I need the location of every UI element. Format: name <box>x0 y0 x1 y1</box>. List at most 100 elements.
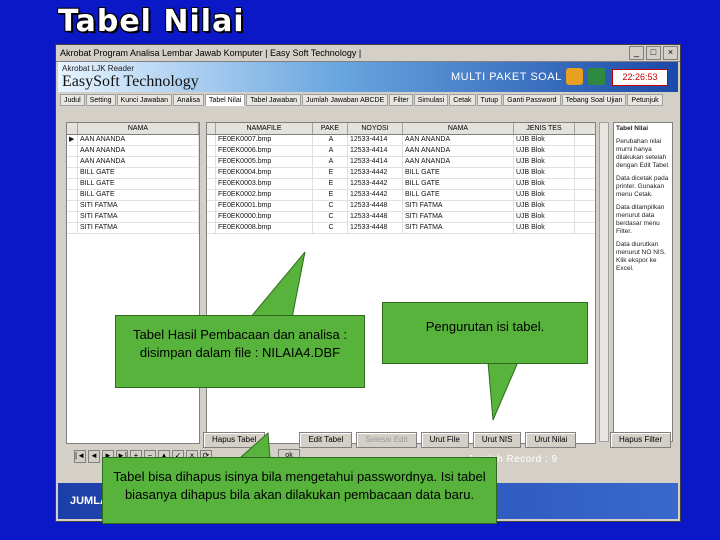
name-cell[interactable]: AAN ANANDA <box>78 146 199 156</box>
name-cell[interactable]: AAN ANANDA <box>78 135 199 145</box>
namafile-cell[interactable]: FE0EK0000.bmp <box>216 212 313 222</box>
nilai-grid-row[interactable]: FE0EK0007.bmp A 12533-4414 AAN ANANDA UJB Bl… <box>207 135 595 146</box>
tab-filter[interactable]: Filter <box>389 94 413 106</box>
nomor-cell[interactable]: 12533-4442 <box>348 168 403 178</box>
excel-icon[interactable] <box>588 68 605 85</box>
namafile-cell[interactable]: FE0EK0007.bmp <box>216 135 313 145</box>
tab-kunci-jawaban[interactable]: Kunci Jawaban <box>116 94 173 106</box>
name-grid-row[interactable]: ▶ AAN ANANDA <box>67 135 199 146</box>
name-grid-row[interactable]: SITI FATMA <box>67 212 199 223</box>
name-cell[interactable]: BILL GATE <box>78 190 199 200</box>
namafile-cell[interactable]: FE0EK0008.bmp <box>216 223 313 233</box>
name-cell[interactable]: BILL GATE <box>78 179 199 189</box>
selesai-edit-button[interactable]: Selesai Edit <box>356 432 417 448</box>
vertical-scrollbar[interactable] <box>599 122 609 442</box>
name-grid-row[interactable]: SITI FATMA <box>67 201 199 212</box>
paket-cell[interactable]: C <box>313 201 348 211</box>
urut-nilai-button[interactable]: Urut Nilai <box>525 432 577 448</box>
minimize-button[interactable]: _ <box>629 46 644 60</box>
name-grid[interactable]: NAMA ▶ AAN ANANDA AAN ANANDA AAN ANANDA BILL… <box>66 122 200 444</box>
nilai-grid[interactable]: NAMAFILE PAKE NOYOSI NAMA JENIS TES FE0E… <box>206 122 596 444</box>
nilai-grid-row[interactable]: FE0EK0006.bmp A 12533-4414 AAN ANANDA UJB Bl… <box>207 146 595 157</box>
paket-cell[interactable]: A <box>313 157 348 167</box>
nilai-grid-row[interactable]: FE0EK0002.bmp E 12533-4442 BILL GATE UJB Blo… <box>207 190 595 201</box>
column-header[interactable]: NAMA <box>403 123 514 134</box>
jenis-tes-cell[interactable]: UJB Blok <box>514 157 575 167</box>
name-grid-row[interactable]: BILL GATE <box>67 190 199 201</box>
nomor-cell[interactable]: 12533-4448 <box>348 223 403 233</box>
jenis-tes-cell[interactable]: UJB Blok <box>514 168 575 178</box>
paket-cell[interactable]: C <box>313 212 348 222</box>
paket-cell[interactable]: E <box>313 168 348 178</box>
namafile-cell[interactable]: FE0EK0004.bmp <box>216 168 313 178</box>
paket-cell[interactable]: C <box>313 223 348 233</box>
tab-cetak[interactable]: Cetak <box>449 94 476 106</box>
name-grid-row[interactable]: BILL GATE <box>67 168 199 179</box>
prev-record-button[interactable]: ◄ <box>88 450 100 463</box>
name-cell[interactable]: AAN ANANDA <box>78 157 199 167</box>
close-button[interactable]: × <box>663 46 678 60</box>
nomor-cell[interactable]: 12533-4414 <box>348 157 403 167</box>
tab-tutup[interactable]: Tutup <box>476 94 503 106</box>
paket-cell[interactable]: E <box>313 179 348 189</box>
jenis-tes-cell[interactable]: UJB Blok <box>514 135 575 145</box>
jenis-tes-cell[interactable]: UJB Blok <box>514 223 575 233</box>
tab-tabel-jawaban[interactable]: Tabel Jawaban <box>246 94 301 106</box>
column-header[interactable]: NOYOSI <box>348 123 403 134</box>
nama-cell[interactable]: AAN ANANDA <box>403 146 514 156</box>
jenis-tes-cell[interactable]: UJB Blok <box>514 179 575 189</box>
nama-cell[interactable]: AAN ANANDA <box>403 157 514 167</box>
column-header[interactable]: NAMAFILE <box>216 123 313 134</box>
namafile-cell[interactable]: FE0EK0003.bmp <box>216 179 313 189</box>
column-header[interactable]: NAMA <box>78 123 199 134</box>
nomor-cell[interactable]: 12533-4414 <box>348 135 403 145</box>
name-grid-row[interactable]: AAN ANANDA <box>67 146 199 157</box>
paket-cell[interactable]: A <box>313 135 348 145</box>
tab-petunjuk[interactable]: Petunjuk <box>627 94 663 106</box>
paket-cell[interactable]: A <box>313 146 348 156</box>
nama-cell[interactable]: SITI FATMA <box>403 212 514 222</box>
namafile-cell[interactable]: FE0EK0006.bmp <box>216 146 313 156</box>
nilai-grid-row[interactable]: FE0EK0005.bmp A 12533-4414 AAN ANANDA UJB Bl… <box>207 157 595 168</box>
nama-cell[interactable]: SITI FATMA <box>403 223 514 233</box>
name-grid-row[interactable]: BILL GATE <box>67 179 199 190</box>
name-cell[interactable]: SITI FATMA <box>78 223 199 233</box>
jenis-tes-cell[interactable]: UJB Blok <box>514 212 575 222</box>
nomor-cell[interactable]: 12533-4442 <box>348 179 403 189</box>
nama-cell[interactable]: BILL GATE <box>403 168 514 178</box>
jenis-tes-cell[interactable]: UJB Blok <box>514 146 575 156</box>
column-header[interactable]: PAKE <box>313 123 348 134</box>
nilai-grid-row[interactable]: FE0EK0008.bmp C 12533-4448 SITI FATMA UJB Bl… <box>207 223 595 234</box>
tab-setting[interactable]: Setting <box>85 94 116 106</box>
nama-cell[interactable]: BILL GATE <box>403 179 514 189</box>
nomor-cell[interactable]: 12533-4448 <box>348 212 403 222</box>
nilai-grid-row[interactable]: FE0EK0001.bmp C 12533-4448 SITI FATMA UJB Bl… <box>207 201 595 212</box>
name-cell[interactable]: SITI FATMA <box>78 212 199 222</box>
nama-cell[interactable]: AAN ANANDA <box>403 135 514 145</box>
tab-tebang-soal[interactable]: Tebang Soal Ujian <box>561 94 627 106</box>
tab-simulasi[interactable]: Simulasi <box>413 94 449 106</box>
name-grid-row[interactable]: SITI FATMA <box>67 223 199 234</box>
edit-tabel-button[interactable]: Edit Tabel <box>299 432 353 448</box>
nilai-grid-row[interactable]: FE0EK0000.bmp C 12533-4448 SITI FATMA UJB Bl… <box>207 212 595 223</box>
first-record-button[interactable]: |◄ <box>74 450 86 463</box>
jenis-tes-cell[interactable]: UJB Blok <box>514 201 575 211</box>
nomor-cell[interactable]: 12533-4442 <box>348 190 403 200</box>
hapus-tabel-button[interactable]: Hapus Tabel <box>203 432 266 448</box>
tab-jumlah-jawaban[interactable]: Jumlah Jawaban ABCDE <box>301 94 389 106</box>
hapus-filter-button[interactable]: Hapus Filter <box>610 432 672 448</box>
nama-cell[interactable]: BILL GATE <box>403 190 514 200</box>
maximize-button[interactable]: □ <box>646 46 661 60</box>
nomor-cell[interactable]: 12533-4414 <box>348 146 403 156</box>
urut-nis-button[interactable]: Urut NIS <box>472 432 522 448</box>
nomor-cell[interactable]: 12533-4448 <box>348 201 403 211</box>
nilai-grid-row[interactable]: FE0EK0004.bmp E 12533-4442 BILL GATE UJB Blo… <box>207 168 595 179</box>
urut-file-button[interactable]: Urut File <box>420 432 469 448</box>
paket-cell[interactable]: E <box>313 190 348 200</box>
namafile-cell[interactable]: FE0EK0002.bmp <box>216 190 313 200</box>
tab-ganti-password[interactable]: Ganti Password <box>503 94 561 106</box>
nilai-grid-row[interactable]: FE0EK0003.bmp E 12533-4442 BILL GATE UJB Blo… <box>207 179 595 190</box>
tab-tabel-nilai[interactable]: Tabel Nilai <box>204 94 246 106</box>
nama-cell[interactable]: SITI FATMA <box>403 201 514 211</box>
jenis-tes-cell[interactable]: UJB Blok <box>514 190 575 200</box>
